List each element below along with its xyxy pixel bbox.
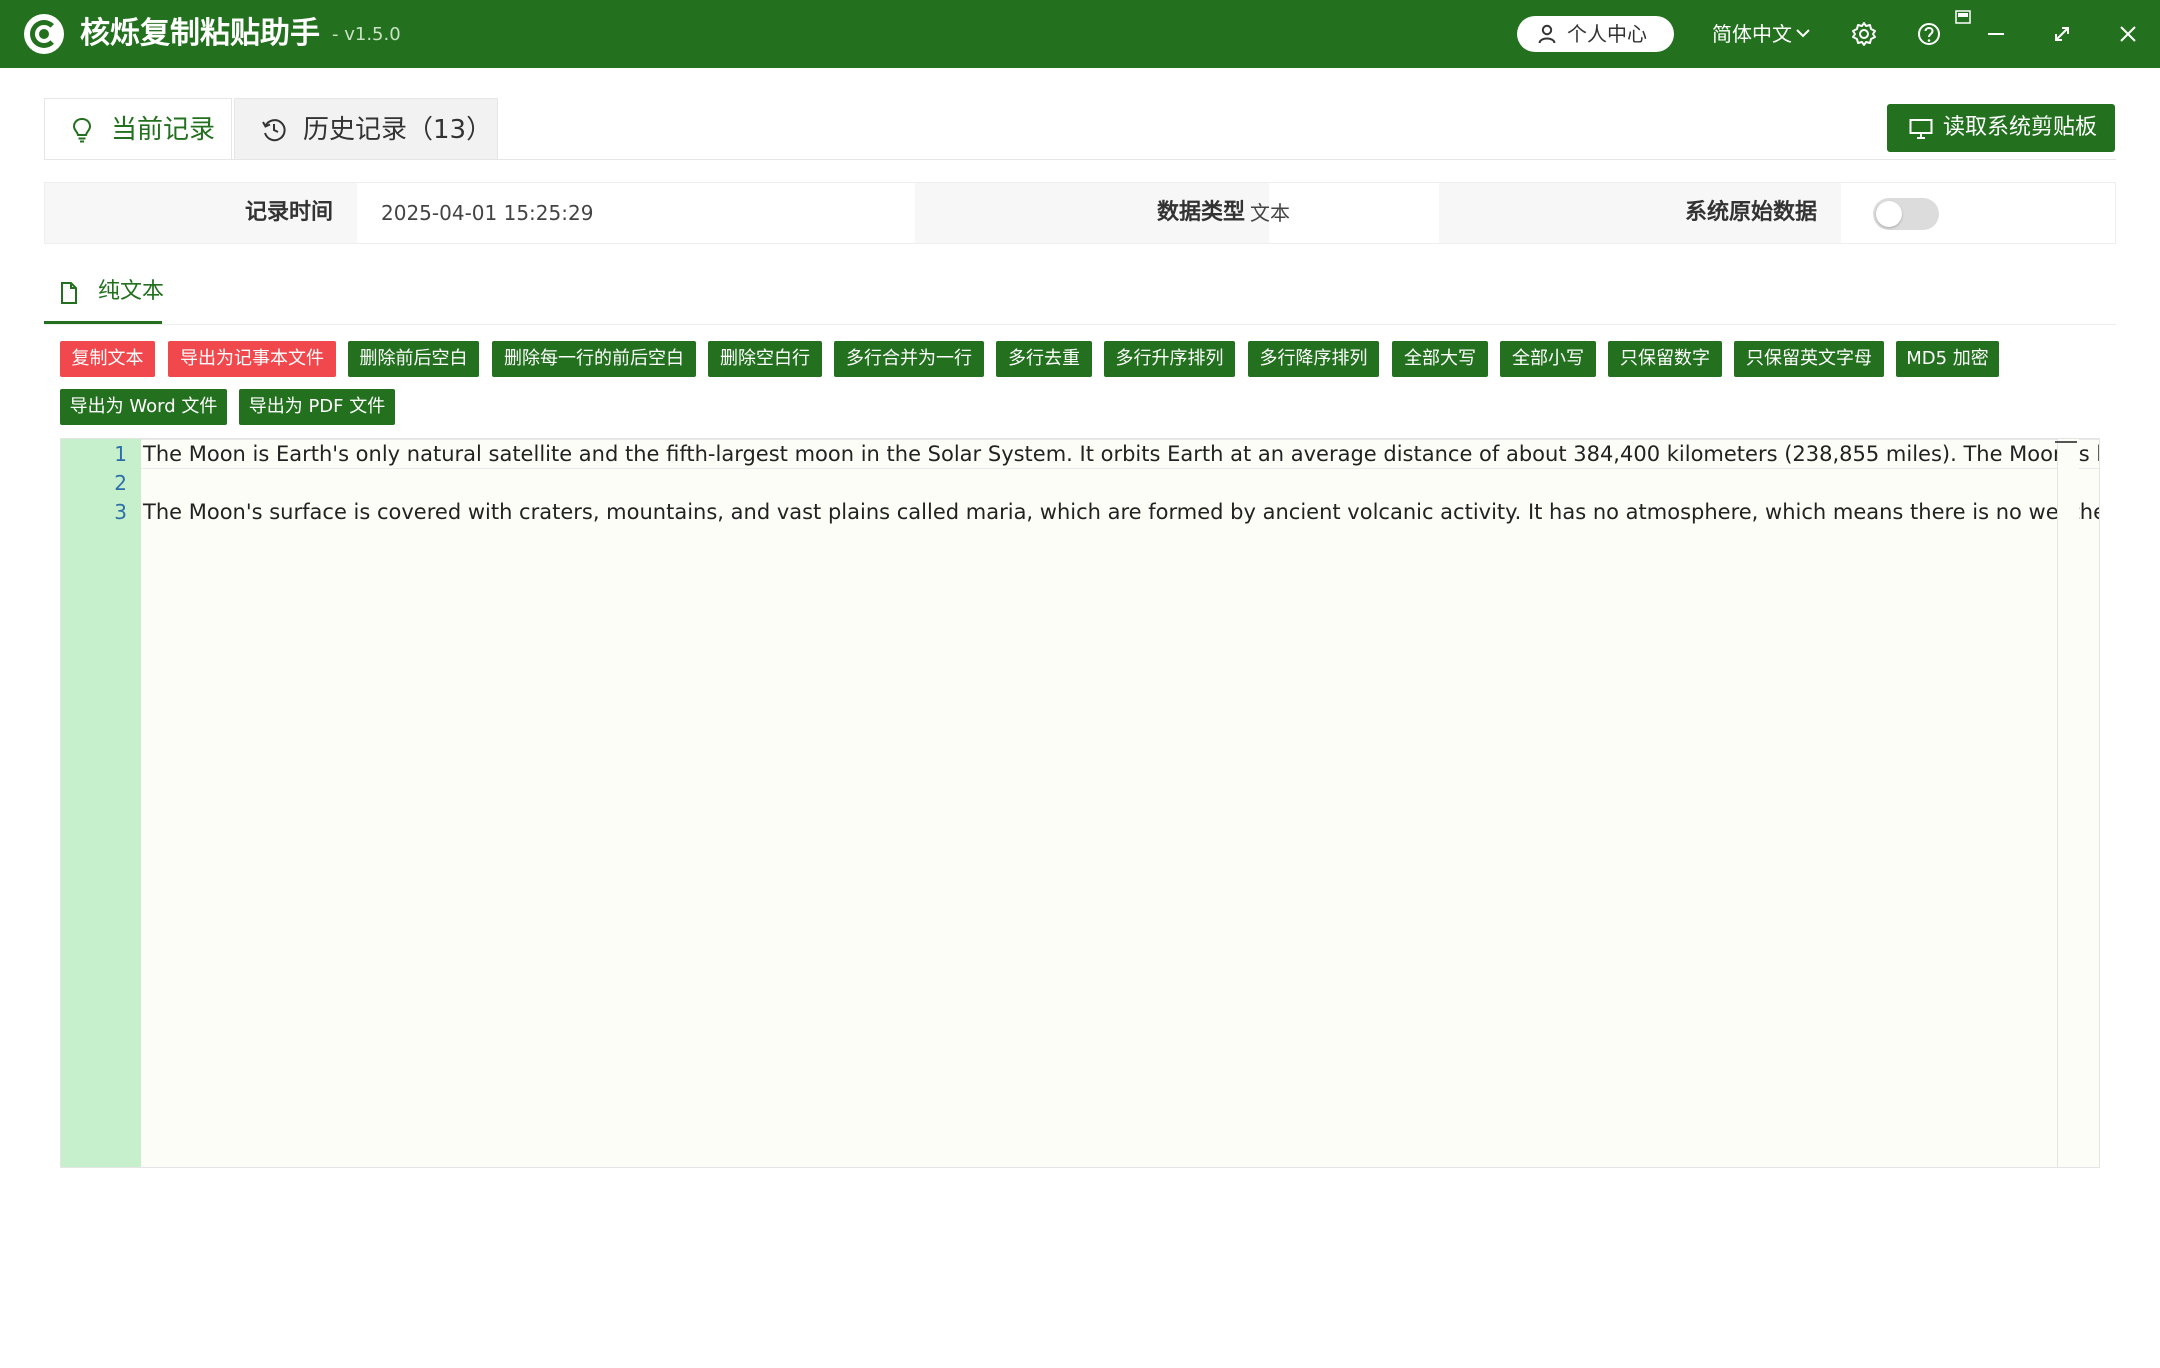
tab-history-record[interactable]: 历史记录（13）	[234, 98, 498, 160]
md5-encrypt-button[interactable]: MD5 加密	[1896, 341, 1999, 377]
app-logo-icon	[24, 14, 64, 54]
read-clipboard-label: 读取系统剪贴板	[1943, 115, 2098, 140]
tab-current-label: 当前记录	[111, 115, 216, 145]
help-icon[interactable]	[1915, 20, 1943, 48]
dedupe-lines-button[interactable]: 多行去重	[996, 341, 1092, 377]
app-title: 核烁复制粘贴助手	[80, 16, 320, 51]
text-editor[interactable]: 1 2 3 The Moon is Earth's only natural s…	[60, 438, 2100, 1168]
uppercase-button[interactable]: 全部大写	[1392, 341, 1488, 377]
gear-icon[interactable]	[1850, 20, 1878, 48]
keep-letters-button[interactable]: 只保留英文字母	[1734, 341, 1884, 377]
app-version: - v1.5.0	[332, 24, 401, 45]
document-icon	[61, 282, 77, 304]
vertical-scrollbar[interactable]	[2057, 439, 2079, 1167]
subtab-divider	[44, 324, 2116, 325]
data-type-value: 文本	[1250, 201, 1290, 225]
export-notepad-button[interactable]: 导出为记事本文件	[168, 341, 336, 377]
tabs-divider	[44, 159, 2116, 160]
trim-each-line-button[interactable]: 删除每一行的前后空白	[492, 341, 696, 377]
merge-lines-button[interactable]: 多行合并为一行	[834, 341, 984, 377]
lowercase-button[interactable]: 全部小写	[1500, 341, 1596, 377]
raw-data-label: 系统原始数据	[1439, 183, 1841, 243]
close-icon[interactable]	[2114, 20, 2142, 48]
tab-plain-text[interactable]: 纯文本	[58, 274, 165, 326]
plain-text-label: 纯文本	[98, 279, 165, 304]
chevron-down-icon[interactable]	[1794, 24, 1812, 42]
line-number: 1	[114, 442, 127, 466]
remove-blank-lines-button[interactable]: 删除空白行	[708, 341, 822, 377]
raw-data-toggle[interactable]	[1873, 198, 1939, 230]
copy-text-button[interactable]: 复制文本	[60, 341, 155, 377]
user-icon	[1538, 24, 1556, 44]
data-type-label: 数据类型	[915, 183, 1269, 243]
editor-line[interactable]: The Moon is Earth's only natural satelli…	[141, 440, 2099, 468]
minimize-icon[interactable]	[1982, 20, 2010, 48]
tab-current-record[interactable]: 当前记录	[44, 98, 232, 160]
editor-line[interactable]: The Moon's surface is covered with crate…	[141, 498, 2099, 526]
maximize-icon[interactable]	[2048, 20, 2076, 48]
read-clipboard-button[interactable]: 读取系统剪贴板	[1887, 104, 2115, 152]
title-bar: 核烁复制粘贴助手 - v1.5.0 个人中心 简体中文	[0, 0, 2160, 68]
line-number-gutter	[61, 439, 141, 1167]
language-select[interactable]: 简体中文	[1712, 20, 1792, 48]
sort-descending-button[interactable]: 多行降序排列	[1248, 341, 1379, 377]
trim-whitespace-button[interactable]: 删除前后空白	[348, 341, 479, 377]
export-pdf-button[interactable]: 导出为 PDF 文件	[239, 389, 395, 425]
history-clock-icon	[262, 119, 286, 142]
scrollbar-thumb[interactable]	[2055, 441, 2077, 443]
mini-window-icon[interactable]	[1955, 10, 1971, 24]
monitor-icon	[1909, 119, 1933, 139]
record-info-row: 记录时间 2025-04-01 15:25:29 数据类型 文本 系统原始数据	[44, 182, 2116, 244]
keep-digits-button[interactable]: 只保留数字	[1608, 341, 1722, 377]
line-number: 3	[114, 500, 127, 524]
export-word-button[interactable]: 导出为 Word 文件	[60, 389, 227, 425]
line-number: 2	[114, 471, 127, 495]
user-center-label: 个人中心	[1567, 22, 1647, 46]
record-time-value: 2025-04-01 15:25:29	[381, 201, 594, 225]
user-center-button[interactable]: 个人中心	[1517, 16, 1674, 52]
lightbulb-icon	[72, 117, 92, 143]
record-time-label: 记录时间	[45, 183, 357, 243]
sort-ascending-button[interactable]: 多行升序排列	[1104, 341, 1235, 377]
tab-history-label: 历史记录（13）	[303, 115, 493, 145]
